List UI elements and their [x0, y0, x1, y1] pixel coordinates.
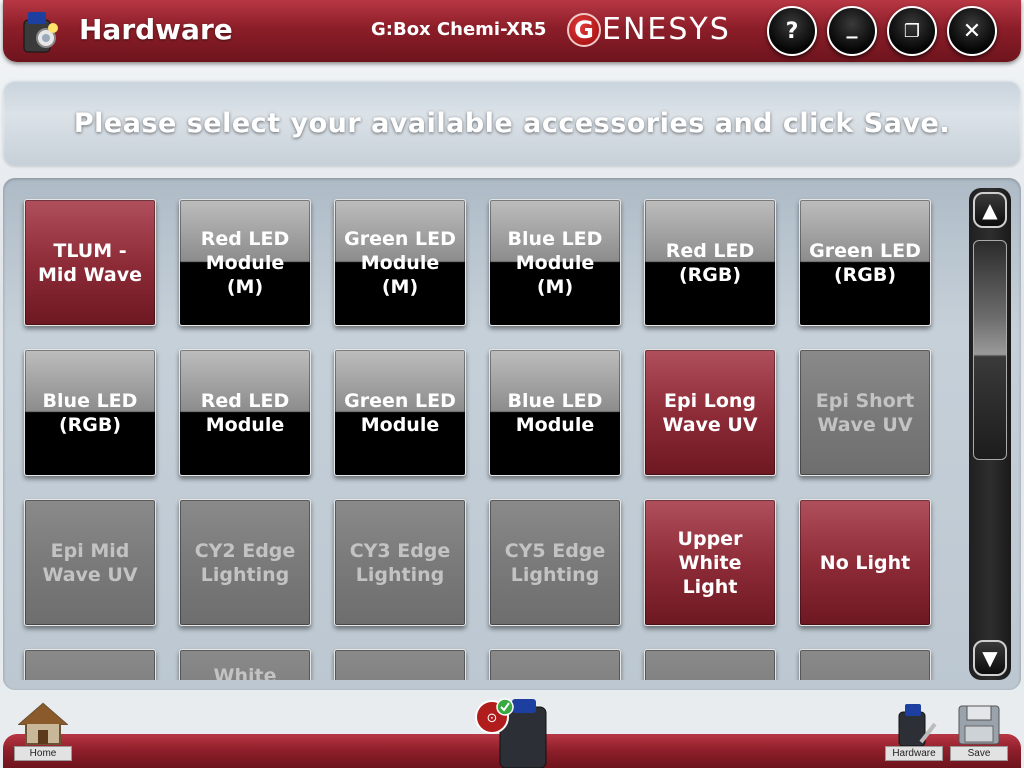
- accessory-tile: Epi Short Wave UV: [799, 349, 931, 476]
- arrow-up-icon: ▲: [982, 198, 998, 222]
- accessory-label: Blue LED Module: [507, 389, 603, 436]
- accessory-label: TLUM - Mid Wave: [37, 239, 142, 286]
- accessory-label: Red LED (RGB): [665, 239, 755, 286]
- device-status-icon: ⊙: [472, 697, 552, 768]
- accessory-label: CY2 Edge Lighting: [194, 539, 296, 586]
- genesys-logo: G ENESYS: [567, 12, 731, 47]
- hardware-button[interactable]: Hardware: [885, 702, 943, 761]
- help-button[interactable]: ?: [767, 6, 817, 56]
- floppy-disk-icon: [958, 705, 1000, 745]
- accessory-tile: CY5 Edge Lighting: [489, 499, 621, 626]
- accessory-label: Green LED Module: [344, 389, 456, 436]
- minimize-icon: _: [846, 13, 858, 39]
- home-button[interactable]: Home: [14, 702, 72, 761]
- hardware-app-icon: [18, 6, 62, 54]
- device-name: G:Box Chemi-XR5: [371, 19, 547, 40]
- accessory-tile: CY3 Edge Lighting: [334, 499, 466, 626]
- accessory-tile[interactable]: Epi Long Wave UV: [644, 349, 776, 476]
- accessory-tile: CY2 Edge Lighting: [179, 499, 311, 626]
- accessory-label: Red LED Module (M): [200, 227, 290, 298]
- restore-icon: ❐: [903, 20, 921, 42]
- accessory-tile[interactable]: No Light: [799, 499, 931, 626]
- accessory-tile[interactable]: Red LED (RGB): [644, 199, 776, 326]
- hardware-label: Hardware: [885, 746, 943, 761]
- help-icon: ?: [785, 18, 799, 44]
- save-label: Save: [950, 746, 1008, 761]
- accessory-label: Epi Short Wave UV: [815, 389, 915, 436]
- save-button[interactable]: Save: [950, 702, 1008, 761]
- instruction-text: Please select your available accessories…: [73, 107, 951, 139]
- accessory-label: Blue LED Module (M): [507, 227, 603, 298]
- accessory-tile[interactable]: Green LED Module: [334, 349, 466, 476]
- accessory-tile: [24, 649, 156, 680]
- accessory-label: White: [213, 665, 277, 680]
- accessory-tile[interactable]: Green LED Module (M): [334, 199, 466, 326]
- accessory-tile[interactable]: TLUM - Mid Wave: [24, 199, 156, 326]
- accessory-grid: TLUM - Mid Wave Red LED Module (M) Green L…: [3, 178, 953, 680]
- accessory-tile: [489, 649, 621, 680]
- accessory-panel: TLUM - Mid Wave Red LED Module (M) Green L…: [3, 178, 1021, 690]
- genesys-logo-mark: G: [567, 12, 601, 47]
- accessory-tile[interactable]: Red LED Module (M): [179, 199, 311, 326]
- accessory-label: Blue LED (RGB): [42, 389, 138, 436]
- accessory-tile[interactable]: Green LED (RGB): [799, 199, 931, 326]
- accessory-label: Epi Long Wave UV: [662, 389, 758, 436]
- accessory-tile: White: [179, 649, 311, 680]
- home-label: Home: [14, 746, 72, 761]
- restore-button[interactable]: ❐: [887, 6, 937, 56]
- accessory-label: Green LED Module (M): [344, 227, 456, 298]
- minimize-button[interactable]: _: [827, 6, 877, 56]
- arrow-down-icon: ▼: [982, 646, 998, 670]
- home-icon: [17, 702, 69, 745]
- accessory-tile: [334, 649, 466, 680]
- accessory-tile: Epi Mid Wave UV: [24, 499, 156, 626]
- accessory-label: Epi Mid Wave UV: [42, 539, 138, 586]
- accessory-tile[interactable]: Blue LED Module: [489, 349, 621, 476]
- accessory-label: CY5 Edge Lighting: [504, 539, 606, 586]
- scroll-down-button[interactable]: ▼: [973, 640, 1007, 676]
- vertical-scrollbar[interactable]: ▲ ▼: [969, 188, 1011, 680]
- accessory-tile[interactable]: Blue LED (RGB): [24, 349, 156, 476]
- page-title: Hardware: [79, 13, 233, 46]
- accessory-tile: [644, 649, 776, 680]
- accessory-label: Green LED (RGB): [809, 239, 921, 286]
- genesys-logo-text: ENESYS: [602, 12, 731, 47]
- accessory-tile[interactable]: Upper White Light: [644, 499, 776, 626]
- accessory-label: Red LED Module: [200, 389, 290, 436]
- scroll-thumb[interactable]: [973, 240, 1007, 460]
- scroll-up-button[interactable]: ▲: [973, 192, 1007, 228]
- accessory-label: Upper White Light: [677, 527, 743, 598]
- accessory-tile[interactable]: Blue LED Module (M): [489, 199, 621, 326]
- accessory-label: CY3 Edge Lighting: [349, 539, 451, 586]
- hardware-icon: [898, 704, 937, 747]
- accessory-tile[interactable]: Red LED Module: [179, 349, 311, 476]
- close-button[interactable]: ✕: [947, 6, 997, 56]
- title-bar: Hardware G:Box Chemi-XR5 G ENESYS ? _ ❐ …: [3, 0, 1021, 62]
- accessory-tile: [799, 649, 931, 680]
- svg-text:⊙: ⊙: [487, 711, 498, 726]
- close-icon: ✕: [962, 18, 982, 44]
- instruction-banner: Please select your available accessories…: [3, 80, 1021, 166]
- accessory-label: No Light: [819, 551, 911, 574]
